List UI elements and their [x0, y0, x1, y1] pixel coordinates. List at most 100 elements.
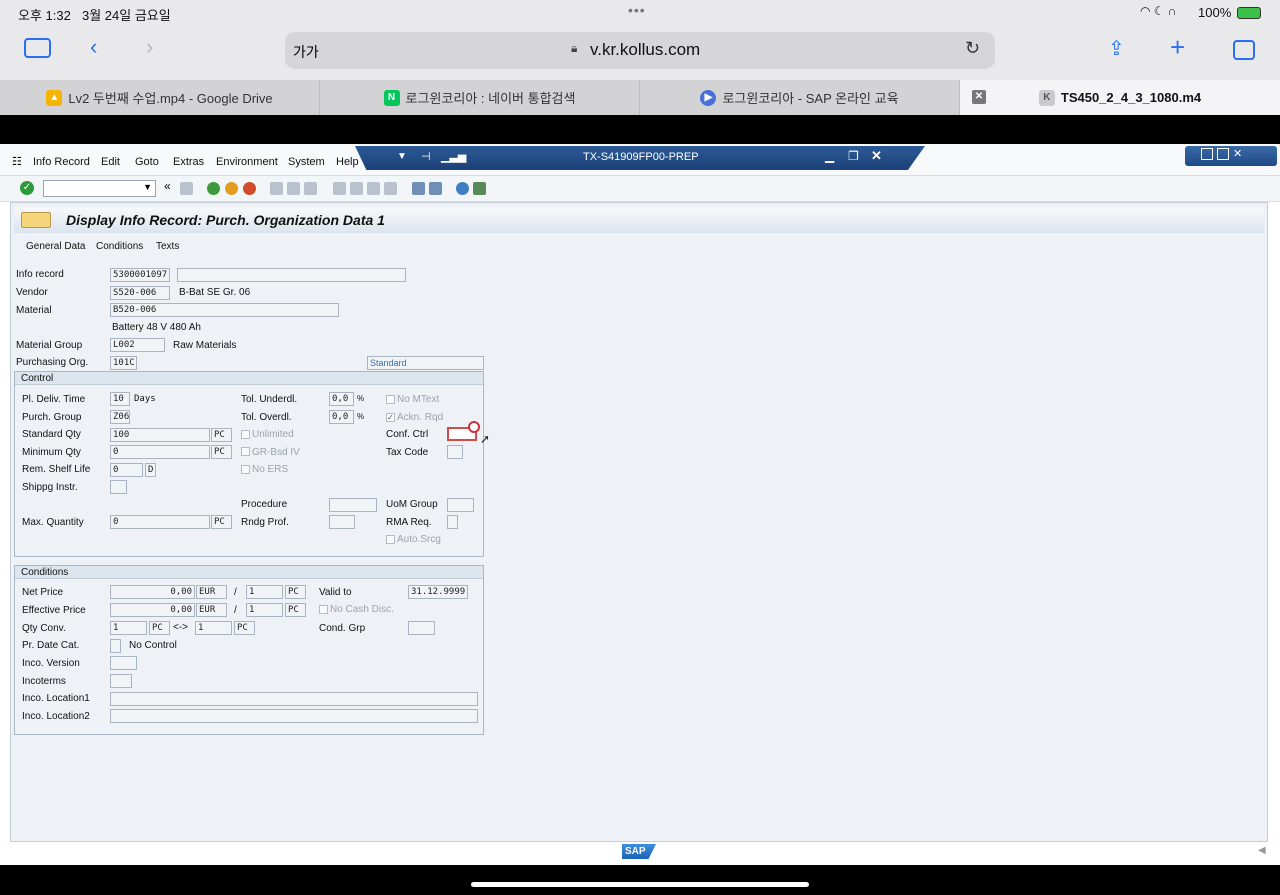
forward-icon[interactable]: › — [146, 34, 153, 60]
tab-naver[interactable]: N 로그윈코리아 : 네이버 통합검색 — [320, 80, 640, 115]
shelf-life-field[interactable]: 0 — [110, 463, 143, 477]
eff-price-unit[interactable]: PC — [285, 603, 306, 617]
tol-under-field[interactable]: 0,0 — [329, 392, 354, 406]
sidebar-icon[interactable] — [24, 38, 51, 58]
command-field[interactable]: ▼ — [43, 180, 156, 197]
net-price-per[interactable]: 1 — [246, 585, 283, 599]
menu-icon[interactable]: ☷ — [12, 155, 22, 168]
reload-icon[interactable]: ↻ — [965, 38, 980, 59]
subtab-conditions[interactable]: Conditions — [96, 241, 143, 252]
purch-group-field[interactable]: Z06 — [110, 410, 130, 424]
minimize-icon[interactable]: ▁ — [825, 149, 834, 163]
shortcut-icon[interactable] — [429, 182, 442, 195]
info-record-desc-field[interactable] — [177, 268, 406, 282]
no-cash-disc-checkbox[interactable] — [319, 605, 328, 614]
no-ers-checkbox[interactable] — [241, 465, 250, 474]
procedure-field[interactable] — [329, 498, 377, 512]
incoterms-field[interactable] — [110, 674, 132, 688]
subtab-texts[interactable]: Texts — [156, 241, 179, 252]
inco-loc2-field[interactable] — [110, 709, 478, 723]
ackn-reqd-checkbox[interactable]: ✓ — [386, 413, 395, 422]
std-qty-field[interactable]: 100 — [110, 428, 210, 442]
unlimited-checkbox[interactable] — [241, 430, 250, 439]
next-page-icon[interactable] — [367, 182, 380, 195]
material-group-field[interactable]: L002 — [110, 338, 165, 352]
menu-system[interactable]: System — [288, 156, 325, 168]
back-icon[interactable]: ‹ — [90, 34, 97, 60]
create-session-icon[interactable] — [412, 182, 425, 195]
qty-conv-b-unit[interactable]: PC — [234, 621, 255, 635]
layout-icon[interactable] — [473, 182, 486, 195]
new-tab-icon[interactable]: + — [1170, 32, 1185, 63]
first-page-icon[interactable] — [333, 182, 346, 195]
find-icon[interactable] — [287, 182, 300, 195]
cond-grp-field[interactable] — [408, 621, 435, 635]
help-icon[interactable] — [456, 182, 469, 195]
tab-google-drive[interactable]: ▲ Lv2 두번째 수업.mp4 - Google Drive — [0, 80, 320, 115]
max-qty-unit[interactable]: PC — [211, 515, 232, 529]
inco-loc1-field[interactable] — [110, 692, 478, 706]
address-bar[interactable]: 가가 🔒︎ v.kr.kollus.com ↻ — [285, 32, 995, 69]
cancel-icon[interactable] — [243, 182, 256, 195]
eff-price-field[interactable]: 0,00 — [110, 603, 195, 617]
menu-info-record[interactable]: Info Record — [33, 156, 90, 168]
restore-icon[interactable]: ❐ — [848, 149, 859, 163]
tab-sap-course[interactable]: ▶ 로그윈코리아 - SAP 온라인 교육 — [640, 80, 960, 115]
close-tab-icon[interactable]: ✕ — [972, 90, 986, 104]
menu-extras[interactable]: Extras — [173, 156, 204, 168]
prev-page-icon[interactable] — [350, 182, 363, 195]
net-price-field[interactable]: 0,00 — [110, 585, 195, 599]
qty-conv-b-field[interactable]: 1 — [195, 621, 232, 635]
dropdown-icon[interactable]: ▼ — [397, 151, 407, 162]
min-qty-unit[interactable]: PC — [211, 445, 232, 459]
find-next-icon[interactable] — [304, 182, 317, 195]
eff-price-per[interactable]: 1 — [246, 603, 283, 617]
shipping-field[interactable] — [110, 480, 127, 494]
std-qty-unit[interactable]: PC — [211, 428, 232, 442]
tabs-overview-icon[interactable] — [1233, 40, 1255, 60]
restore-icon[interactable] — [1217, 148, 1229, 160]
net-price-currency[interactable]: EUR — [196, 585, 227, 599]
url-text[interactable]: v.kr.kollus.com — [590, 40, 700, 60]
vendor-field[interactable]: S520-006 — [110, 286, 170, 300]
qty-conv-a-unit[interactable]: PC — [149, 621, 170, 635]
home-indicator[interactable] — [471, 882, 809, 887]
text-size-button[interactable]: 가가 — [293, 42, 319, 62]
standard-field[interactable]: Standard — [367, 356, 484, 370]
menu-goto[interactable]: Goto — [135, 156, 159, 168]
gr-bsd-checkbox[interactable] — [241, 447, 250, 456]
qty-conv-a-field[interactable]: 1 — [110, 621, 147, 635]
save-icon[interactable] — [180, 182, 193, 195]
minimize-icon[interactable] — [1201, 148, 1213, 160]
dropdown-icon[interactable]: ▼ — [143, 182, 152, 192]
more-dots-icon[interactable]: ••• — [628, 2, 646, 18]
exit-icon[interactable] — [225, 182, 238, 195]
subtab-general-data[interactable]: General Data — [26, 241, 85, 252]
valid-to-field[interactable]: 31.12.9999 — [408, 585, 468, 599]
last-page-icon[interactable] — [384, 182, 397, 195]
pr-date-field[interactable] — [110, 639, 121, 653]
rndg-prof-field[interactable] — [329, 515, 355, 529]
net-price-unit[interactable]: PC — [285, 585, 306, 599]
eff-price-currency[interactable]: EUR — [196, 603, 227, 617]
info-record-field[interactable]: 5300001097 — [110, 268, 170, 282]
purch-org-field[interactable]: 101C — [110, 356, 137, 370]
expand-icon[interactable]: ◀ — [1258, 845, 1266, 856]
close-icon[interactable]: ✕ — [871, 148, 882, 164]
pl-deliv-field[interactable]: 10 — [110, 392, 130, 406]
close-icon[interactable]: ✕ — [1233, 147, 1242, 160]
tol-over-field[interactable]: 0,0 — [329, 410, 354, 424]
menu-edit[interactable]: Edit — [101, 156, 120, 168]
collapse-icon[interactable]: « — [164, 179, 171, 193]
no-mtext-checkbox[interactable] — [386, 395, 395, 404]
share-icon[interactable]: ⇪ — [1108, 36, 1125, 61]
auto-srcg-checkbox[interactable] — [386, 535, 395, 544]
uom-group-field[interactable] — [447, 498, 474, 512]
back-icon[interactable] — [207, 182, 220, 195]
shelf-life-unit[interactable]: D — [145, 463, 156, 477]
material-field[interactable]: B520-006 — [110, 303, 339, 317]
min-qty-field[interactable]: 0 — [110, 445, 210, 459]
inco-version-field[interactable] — [110, 656, 137, 670]
menu-environment[interactable]: Environment — [216, 156, 278, 168]
rma-req-field[interactable] — [447, 515, 458, 529]
